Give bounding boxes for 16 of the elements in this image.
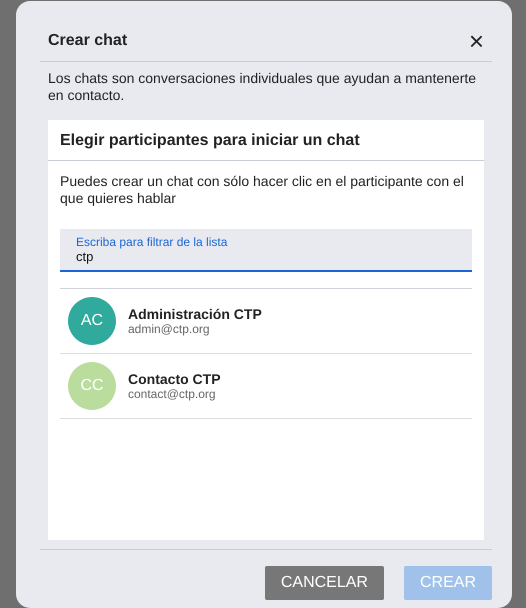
avatar: CC [68,362,116,410]
dialog-title: Crear chat [48,32,128,50]
field-label: Escriba para filtrar de la lista [76,235,228,249]
hint-text: Puedes crear un chat con sólo hacer clic en el participante con el que quieres hablar [60,173,465,207]
participant-name: Contacto CTP [128,371,221,387]
cancel-button[interactable]: CANCELAR [264,566,384,600]
avatar: AC [68,297,116,345]
filter-input[interactable]: ctp [76,249,456,264]
panel-heading: Elegir participantes para iniciar un chat [48,120,484,161]
participant-email: contact@ctp.org [128,387,217,401]
participant-row[interactable]: CC Contacto CTP contact@ctp.org [60,354,472,419]
participant-name: Administración CTP [128,306,262,322]
participant-email: admin@ctp.org [128,322,211,336]
dialog-description: Los chats son conversaciones individuales que ayudan a mantenerte en contacto. [48,70,478,104]
participant-row[interactable]: AC Administración CTP admin@ctp.org [60,289,472,354]
filter-field[interactable]: Escriba para filtrar de la lista ctp [60,229,472,272]
